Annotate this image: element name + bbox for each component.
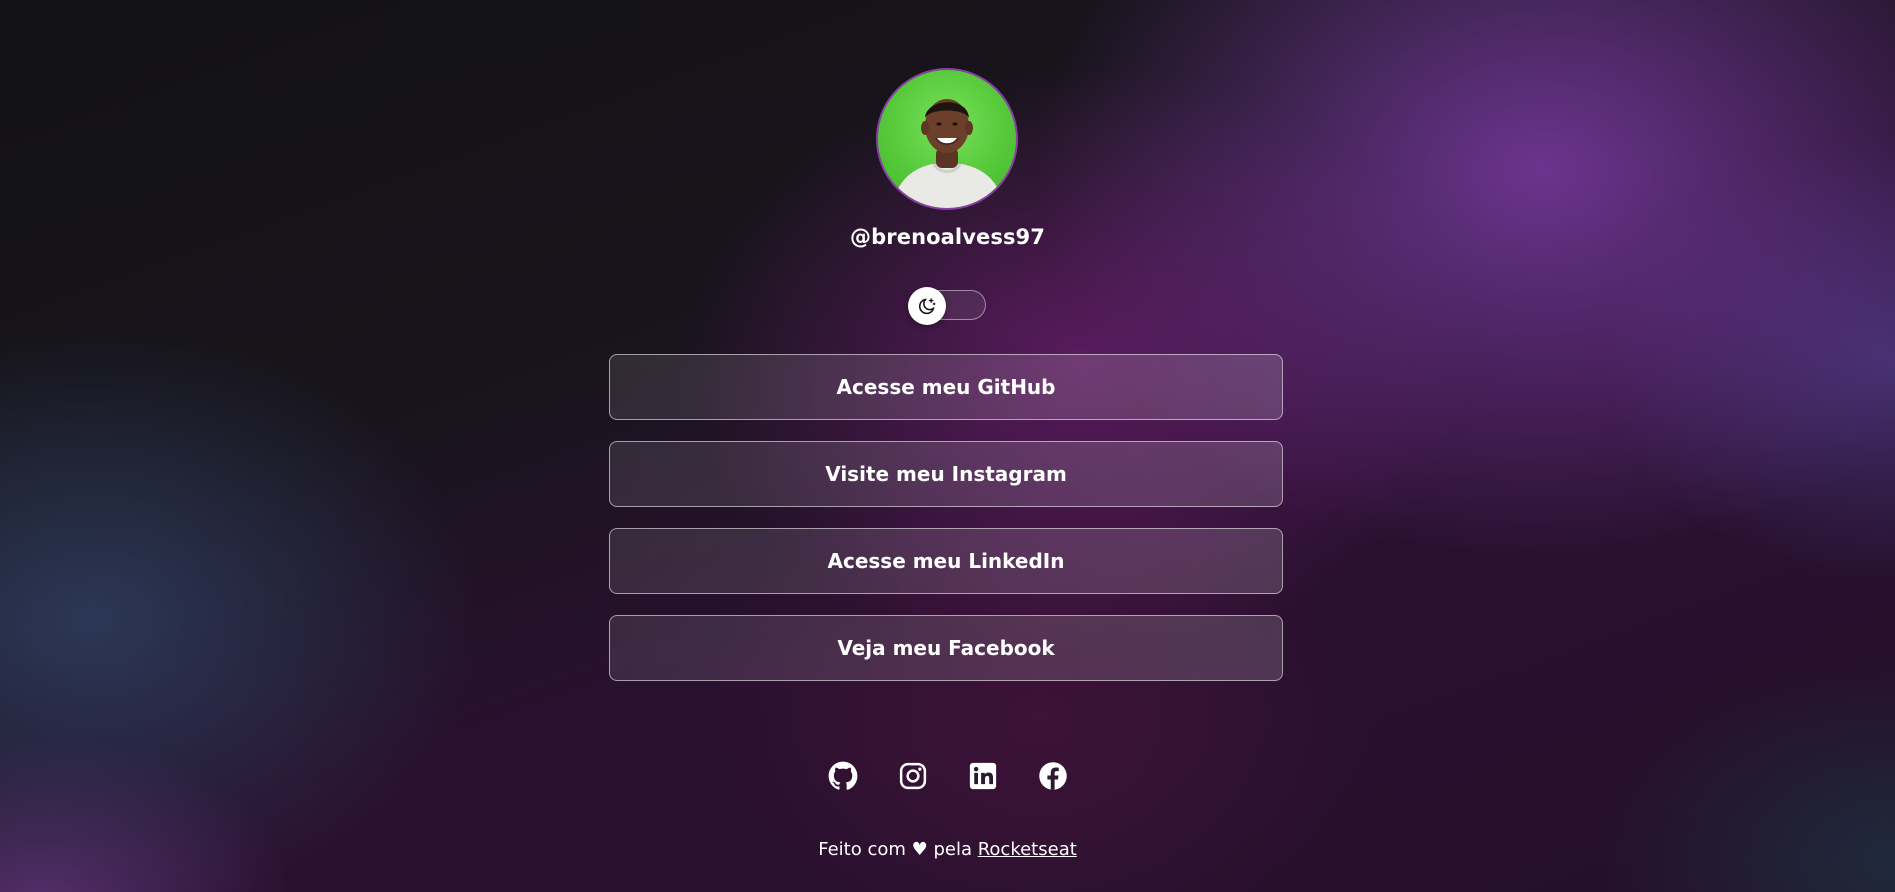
theme-toggle[interactable] xyxy=(908,287,986,325)
github-link-button[interactable]: Acesse meu GitHub xyxy=(609,354,1283,420)
linkedin-link-button[interactable]: Acesse meu LinkedIn xyxy=(609,528,1283,594)
github-social-link[interactable] xyxy=(827,760,859,792)
avatar xyxy=(876,68,1018,210)
facebook-social-link[interactable] xyxy=(1037,760,1069,792)
facebook-link-button[interactable]: Veja meu Facebook xyxy=(609,615,1283,681)
rocketseat-link[interactable]: Rocketseat xyxy=(978,839,1077,860)
page: @brenoalvess97 Acesse meu GitHub Visite … xyxy=(0,0,1895,892)
instagram-social-link[interactable] xyxy=(897,760,929,792)
instagram-link-button[interactable]: Visite meu Instagram xyxy=(609,441,1283,507)
toggle-knob[interactable] xyxy=(908,287,946,325)
social-icons xyxy=(0,760,1895,792)
moon-icon xyxy=(919,298,936,315)
profile-photo xyxy=(892,99,1004,208)
facebook-icon xyxy=(1038,762,1067,790)
username: @brenoalvess97 xyxy=(850,225,1045,249)
instagram-icon xyxy=(899,762,926,790)
link-list: Acesse meu GitHub Visite meu Instagram A… xyxy=(609,354,1283,702)
footer-text: Feito com ♥ pela xyxy=(818,839,978,860)
linkedin-social-link[interactable] xyxy=(967,760,999,792)
github-icon xyxy=(828,761,857,790)
footer: Feito com ♥ pela Rocketseat xyxy=(0,839,1895,860)
linkedin-icon xyxy=(969,762,996,790)
